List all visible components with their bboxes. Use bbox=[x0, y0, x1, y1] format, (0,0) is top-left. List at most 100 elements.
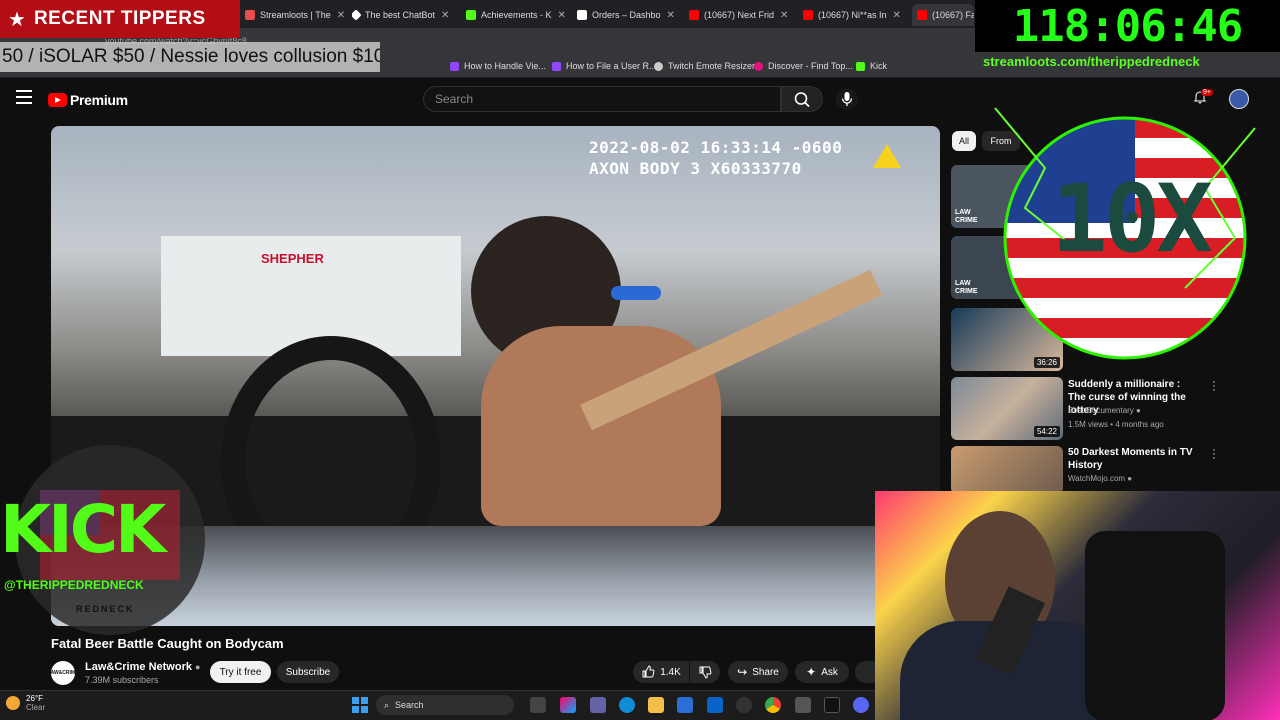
subscribe-button[interactable]: Subscribe bbox=[277, 661, 339, 683]
tab-label: Streamloots | The bbox=[260, 10, 331, 20]
video-duration: 54:22 bbox=[1033, 426, 1060, 437]
chip-all[interactable]: All bbox=[952, 131, 976, 151]
browser-tab[interactable]: (10667) Ni**as In ✕ bbox=[803, 4, 908, 26]
youtube-icon bbox=[689, 10, 699, 20]
kick-icon bbox=[466, 10, 476, 20]
warning-icon bbox=[873, 144, 901, 168]
more-options-icon[interactable]: · · · bbox=[1211, 377, 1217, 396]
recent-tippers-banner: ★ RECENT TIPPERS bbox=[0, 0, 240, 38]
terminal-icon[interactable] bbox=[824, 697, 840, 713]
windows-start-icon[interactable] bbox=[352, 697, 368, 713]
task-view-icon[interactable] bbox=[530, 697, 546, 713]
search-icon bbox=[794, 92, 810, 108]
app-icon[interactable] bbox=[795, 697, 811, 713]
like-count: 1.4K bbox=[660, 666, 681, 678]
bookmark-label: Kick bbox=[870, 61, 888, 71]
10x-text: 10X bbox=[1051, 165, 1213, 274]
channel-name[interactable]: Law&Crime Network ● bbox=[85, 661, 200, 673]
try-free-button[interactable]: Try it free bbox=[210, 661, 271, 683]
dislike-button[interactable] bbox=[690, 661, 720, 683]
kick-sub-text: REDNECK bbox=[76, 604, 135, 614]
search-icon: ⌕ bbox=[384, 699, 390, 710]
close-tab-icon[interactable]: ✕ bbox=[441, 10, 449, 21]
related-channel: WatchMojo.com ● bbox=[1068, 474, 1132, 483]
verified-icon: ● bbox=[1127, 474, 1133, 483]
obs-icon[interactable] bbox=[736, 697, 752, 713]
bookmark-item[interactable]: Discover - Find Top... bbox=[754, 61, 853, 71]
discover-icon bbox=[754, 61, 763, 71]
bookmark-label: How to Handle Vie... bbox=[464, 61, 546, 71]
taskbar-search-label: Search bbox=[395, 700, 424, 710]
search-button[interactable] bbox=[781, 86, 823, 112]
globe-icon bbox=[654, 61, 663, 71]
ask-button[interactable]: ✦ Ask bbox=[795, 661, 849, 683]
file-explorer-icon[interactable] bbox=[648, 697, 664, 713]
like-button[interactable]: 1.4K bbox=[633, 661, 689, 683]
bookmark-item[interactable]: How to Handle Vie... bbox=[450, 61, 546, 71]
kick-logo-text: KICK bbox=[0, 491, 166, 568]
bookmark-label: How to File a User R... bbox=[566, 61, 657, 71]
browser-tab[interactable]: The best ChatBot ✕ bbox=[352, 4, 462, 26]
weather-widget[interactable]: 26°F Clear bbox=[6, 694, 45, 712]
share-label: Share bbox=[752, 666, 779, 678]
weather-temp: 26°F bbox=[26, 694, 43, 703]
discord-icon[interactable] bbox=[853, 697, 869, 713]
taskbar-search[interactable]: ⌕ Search bbox=[376, 695, 514, 715]
share-button[interactable]: ↪ Share bbox=[728, 661, 788, 683]
youtube-icon bbox=[917, 10, 927, 20]
dashboard-icon bbox=[577, 10, 587, 20]
video-sunglasses bbox=[611, 286, 661, 300]
close-tab-icon[interactable]: ✕ bbox=[667, 10, 675, 21]
search-input[interactable]: Search bbox=[423, 86, 781, 112]
tab-label: Achievements - K bbox=[481, 10, 552, 20]
share-icon: ↪ bbox=[737, 665, 748, 679]
store-icon[interactable] bbox=[677, 697, 693, 713]
youtube-play-icon bbox=[48, 93, 67, 107]
store-sign: SHEPHER bbox=[261, 251, 324, 266]
browser-tab[interactable]: Streamloots | The ✕ bbox=[245, 4, 345, 26]
more-options-icon[interactable]: · · · bbox=[1211, 445, 1217, 464]
thumbnail-text: LAW CRIME bbox=[955, 280, 978, 295]
channel-name-text: Law&Crime Network bbox=[85, 661, 192, 673]
related-channel: Best Documentary ● bbox=[1068, 406, 1141, 415]
related-thumbnail[interactable] bbox=[951, 446, 1063, 494]
related-meta: 1.5M views • 4 months ago bbox=[1068, 420, 1164, 429]
teams-icon[interactable] bbox=[590, 697, 606, 713]
related-thumbnail[interactable]: 54:22 bbox=[951, 377, 1063, 440]
browser-tab[interactable]: (10667) Next Frid ✕ bbox=[689, 4, 797, 26]
voice-search-button[interactable] bbox=[836, 88, 858, 110]
related-channel-name: WatchMojo.com bbox=[1068, 474, 1126, 483]
ask-label: Ask bbox=[821, 666, 838, 678]
channel-avatar[interactable]: LAW&CRIME bbox=[48, 661, 78, 685]
youtube-logo[interactable]: Premium bbox=[48, 92, 128, 108]
subscriber-count: 7.39M subscribers bbox=[85, 675, 159, 685]
outlook-icon[interactable] bbox=[707, 697, 723, 713]
subathon-timer: 118:06:46 bbox=[975, 0, 1280, 52]
streamloots-icon bbox=[245, 10, 255, 20]
tippers-title: RECENT TIPPERS bbox=[33, 8, 206, 29]
close-tab-icon[interactable]: ✕ bbox=[780, 10, 788, 21]
browser-tab[interactable]: Orders – Dashbo ✕ bbox=[577, 4, 685, 26]
bookmark-label: Twitch Emote Resizer bbox=[668, 61, 756, 71]
kick-handle: @THERIPPEDREDNECK bbox=[4, 578, 144, 592]
chatbot-icon bbox=[352, 9, 362, 21]
sparkle-icon: ✦ bbox=[806, 665, 817, 679]
close-tab-icon[interactable]: ✕ bbox=[558, 10, 566, 21]
bookmark-item[interactable]: How to File a User R... bbox=[552, 61, 657, 71]
browser-tab-active[interactable]: (10667) Fatal Bee bbox=[912, 4, 974, 26]
tab-label: The best ChatBot bbox=[365, 10, 436, 20]
bookmark-item[interactable]: Twitch Emote Resizer bbox=[654, 61, 755, 71]
copilot-icon[interactable] bbox=[560, 697, 576, 713]
weather-desc: Clear bbox=[26, 703, 46, 712]
chrome-icon[interactable] bbox=[765, 697, 781, 713]
tab-label: (10667) Ni**as In bbox=[818, 10, 887, 20]
bookmark-item[interactable]: Kick bbox=[856, 61, 887, 71]
close-tab-icon[interactable]: ✕ bbox=[337, 10, 345, 21]
twitch-icon bbox=[552, 61, 561, 71]
hamburger-menu-icon[interactable] bbox=[16, 90, 32, 104]
save-button[interactable] bbox=[855, 661, 875, 683]
related-title[interactable]: 50 Darkest Moments in TV History bbox=[1068, 446, 1198, 472]
close-tab-icon[interactable]: ✕ bbox=[893, 10, 901, 21]
edge-icon[interactable] bbox=[619, 697, 635, 713]
browser-tab[interactable]: Achievements - K ✕ bbox=[466, 4, 574, 26]
